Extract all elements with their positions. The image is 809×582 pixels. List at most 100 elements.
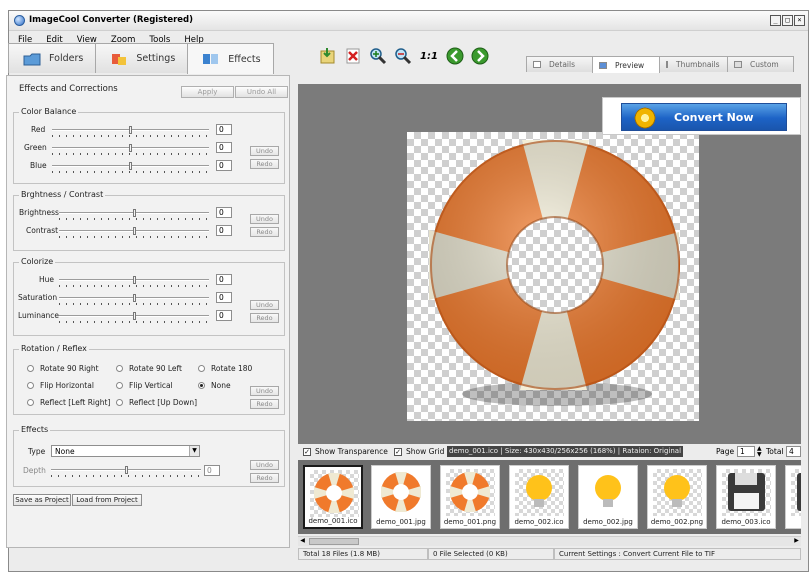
lifebuoy-thumb-icon [450, 472, 490, 512]
green-slider[interactable] [52, 144, 209, 155]
gear-icon [634, 107, 656, 129]
scroll-right-icon[interactable]: ▶ [792, 537, 801, 546]
tab-settings[interactable]: Settings [95, 43, 189, 73]
radio-label: Flip Horizontal [40, 381, 94, 390]
flip-vertical-radio[interactable]: Flip Vertical [116, 381, 173, 390]
convert-now-button[interactable]: Convert Now [621, 103, 787, 131]
page-spinner[interactable]: ▲ ▼ [757, 446, 762, 458]
colorize-group: Colorize Hue 0 Saturation 0 Undo Luminan… [13, 257, 285, 336]
page-input[interactable]: 1 [737, 446, 755, 457]
tab-thumbnails-label: Thumbnails [676, 60, 720, 69]
show-grid-checkbox[interactable]: ✓ Show Grid [394, 447, 444, 456]
total-label: Total [766, 447, 784, 456]
thumbnail-scrollbar[interactable]: ◀ ▶ [298, 536, 801, 546]
color-undo-button[interactable]: Undo [250, 146, 279, 156]
undo-all-button[interactable]: Undo All [235, 86, 288, 98]
thumbnail-item[interactable]: demo_002.png [647, 465, 707, 529]
fx-undo-button[interactable]: Undo [250, 460, 279, 470]
scroll-thumb[interactable] [309, 538, 359, 545]
tab-folders[interactable]: Folders [8, 43, 97, 73]
colorize-undo-button[interactable]: Undo [250, 300, 279, 310]
reflect-up-down-radio[interactable]: Reflect [Up Down] [116, 398, 197, 407]
previous-icon[interactable] [445, 46, 465, 66]
red-label: Red [31, 125, 46, 134]
saturation-value[interactable]: 0 [216, 292, 232, 303]
rotation-title: Rotation / Reflex [19, 344, 89, 353]
red-value[interactable]: 0 [216, 124, 232, 135]
color-redo-button[interactable]: Redo [250, 159, 279, 169]
type-select[interactable]: None ▼ [51, 445, 200, 457]
saturation-label: Saturation [18, 293, 58, 302]
show-transparence-checkbox[interactable]: ✓ Show Transparence [303, 447, 388, 456]
image-info: demo_001.ico | Size: 430x430/256x256 (16… [447, 446, 684, 457]
reflect-left-right-radio[interactable]: Reflect [Left Right] [27, 398, 110, 407]
brightness-undo-button[interactable]: Undo [250, 214, 279, 224]
red-slider[interactable] [52, 126, 209, 137]
toolbar: 1:1 [318, 44, 490, 68]
rotate-90-right-radio[interactable]: Rotate 90 Right [27, 364, 99, 373]
hue-value[interactable]: 0 [216, 274, 232, 285]
thumbnail-item[interactable]: demo_001.ico [303, 465, 363, 529]
radio-label: None [211, 381, 231, 390]
contrast-value[interactable]: 0 [216, 225, 232, 236]
minimize-button[interactable]: _ [770, 15, 781, 26]
fx-title: Effects [19, 425, 51, 434]
thumbnail-caption: demo_001.png [443, 518, 497, 526]
next-icon[interactable] [470, 46, 490, 66]
thumbnail-caption: demo_002.jpg [583, 518, 633, 526]
thumbnail-item[interactable]: demo_001.jpg [371, 465, 431, 529]
contrast-label: Contrast [26, 226, 59, 235]
preview-area[interactable] [298, 84, 801, 444]
tab-details[interactable]: Details [526, 56, 593, 72]
hue-slider[interactable] [59, 276, 209, 287]
depth-value[interactable]: 0 [204, 465, 220, 476]
none-radio[interactable]: None [198, 381, 231, 390]
delete-icon[interactable] [343, 46, 363, 66]
tab-custom[interactable]: Custom [727, 56, 794, 72]
luminance-value[interactable]: 0 [216, 310, 232, 321]
scroll-left-icon[interactable]: ◀ [298, 537, 307, 546]
load-project-button[interactable]: Load from Project [72, 494, 142, 506]
green-value[interactable]: 0 [216, 142, 232, 153]
tab-effects[interactable]: Effects [187, 43, 274, 74]
thumbnail-item[interactable]: demo_003.ico [716, 465, 776, 529]
zoom-out-icon[interactable] [393, 46, 413, 66]
effects-panel: Effects and Corrections Apply Undo All C… [6, 75, 290, 548]
tab-preview[interactable]: Preview [592, 56, 660, 73]
blue-slider[interactable] [52, 162, 209, 173]
rotate-180-radio[interactable]: Rotate 180 [198, 364, 252, 373]
save-project-button[interactable]: Save as Project [13, 494, 71, 506]
brightness-value[interactable]: 0 [216, 207, 232, 218]
radio-label: Flip Vertical [129, 381, 173, 390]
thumbnail-item[interactable]: demo_002.ico [509, 465, 569, 529]
blue-value[interactable]: 0 [216, 160, 232, 171]
luminance-slider[interactable] [59, 312, 209, 323]
apply-button[interactable]: Apply [181, 86, 234, 98]
close-button[interactable]: × [794, 15, 805, 26]
rotate-90-left-radio[interactable]: Rotate 90 Left [116, 364, 182, 373]
saturation-slider[interactable] [59, 294, 209, 305]
thumbnail-item[interactable]: demo_002.jpg [578, 465, 638, 529]
thumbnail-item[interactable]: dem [785, 465, 801, 529]
contrast-slider[interactable] [59, 227, 209, 238]
zoom-in-icon[interactable] [368, 46, 388, 66]
fx-redo-button[interactable]: Redo [250, 473, 279, 483]
show-grid-label: Show Grid [406, 447, 445, 456]
actual-size-button[interactable]: 1:1 [418, 46, 440, 66]
tab-thumbnails[interactable]: Thumbnails [659, 56, 728, 72]
thumbnail-caption: demo_001.ico [308, 517, 358, 525]
page-label: Page [716, 447, 735, 456]
rotation-redo-button[interactable]: Redo [250, 399, 279, 409]
preview-icon [599, 61, 607, 69]
flip-horizontal-radio[interactable]: Flip Horizontal [27, 381, 94, 390]
brightness-slider[interactable] [59, 209, 209, 220]
import-icon[interactable] [318, 46, 338, 66]
chevron-down-icon[interactable]: ▼ [189, 446, 199, 456]
thumbnail-strip: demo_001.ico demo_001.jpg demo_001.png d… [298, 460, 801, 534]
maximize-button[interactable]: □ [782, 15, 793, 26]
rotation-undo-button[interactable]: Undo [250, 386, 279, 396]
depth-slider[interactable] [51, 466, 201, 477]
colorize-redo-button[interactable]: Redo [250, 313, 279, 323]
thumbnail-item[interactable]: demo_001.png [440, 465, 500, 529]
brightness-redo-button[interactable]: Redo [250, 227, 279, 237]
